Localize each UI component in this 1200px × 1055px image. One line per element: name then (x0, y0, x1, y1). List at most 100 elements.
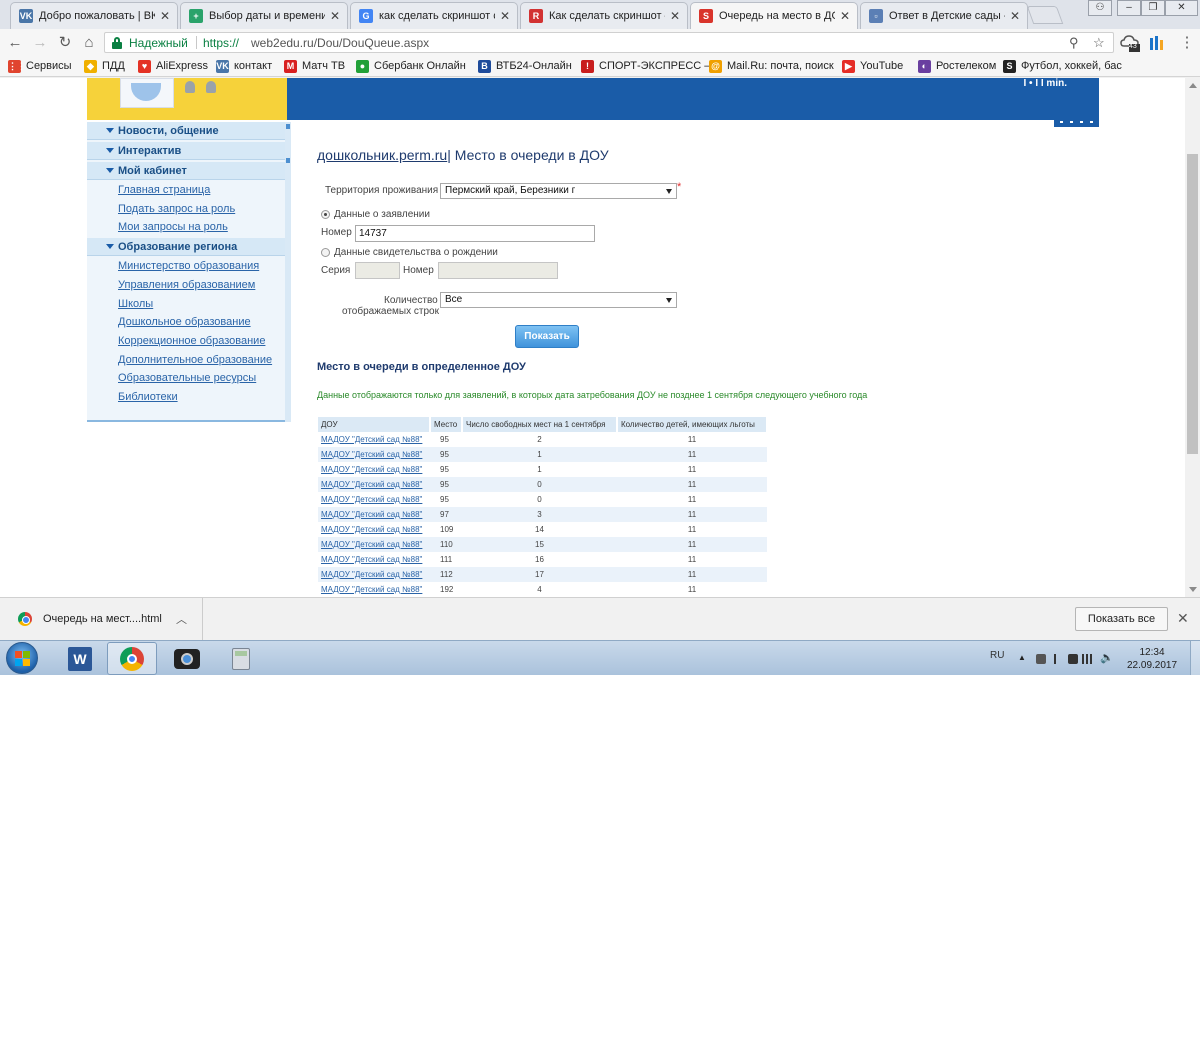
close-tab-icon[interactable]: ✕ (159, 9, 171, 23)
zoom-search-icon[interactable]: ⚲ (1069, 35, 1079, 51)
sidebar-section-header[interactable]: Образование региона (87, 238, 285, 257)
vertical-scrollbar[interactable] (1185, 78, 1200, 597)
address-bar[interactable]: Надежный https:// web2edu.ru/Dou/DouQueu… (104, 32, 1114, 53)
minimize-button[interactable]: – (1117, 0, 1141, 16)
bookmark-item[interactable]: ⋮⋮ Сервисы (8, 58, 72, 74)
clock-time[interactable]: 12:34 (1127, 647, 1177, 658)
flag-icon[interactable] (1054, 654, 1064, 664)
application-radio[interactable] (321, 210, 330, 219)
close-window-button[interactable]: ✕ (1165, 0, 1198, 16)
word-app-icon[interactable]: W (55, 642, 105, 675)
bookmark-item[interactable]: ● Сбербанк Онлайн (356, 58, 466, 74)
territory-select[interactable]: Пермский край, Березники г (440, 183, 677, 199)
sidebar-link[interactable]: Образовательные ресурсы (118, 372, 256, 384)
sidebar-link[interactable]: Мои запросы на роль (118, 221, 228, 233)
close-tab-icon[interactable]: ✕ (1009, 9, 1021, 23)
sidebar-collapse-handle[interactable] (285, 122, 291, 422)
new-tab-button[interactable] (1026, 6, 1064, 24)
user-avatar[interactable] (120, 78, 174, 108)
sidebar-link[interactable]: Главная страница (118, 184, 210, 196)
dou-link[interactable]: МАДОУ "Детский сад №88" (321, 585, 422, 594)
scroll-down-arrow-icon[interactable] (1189, 587, 1197, 592)
language-indicator[interactable]: RU (990, 650, 1004, 661)
dou-link[interactable]: МАДОУ "Детский сад №88" (321, 435, 422, 444)
bookmark-item[interactable]: ! СПОРТ-ЭКСПРЕСС – (581, 58, 710, 74)
bookmark-item[interactable]: ◐ Ростелеком (918, 58, 996, 74)
site-home-link[interactable]: дошкольник.perm.ru (317, 147, 447, 163)
dou-link[interactable]: МАДОУ "Детский сад №88" (321, 525, 422, 534)
bookmark-item[interactable]: ♥ AliExpress (138, 58, 208, 74)
sidebar-section-header[interactable]: Мой кабинет (87, 162, 285, 180)
download-item[interactable]: Очередь на мест....html ︿ (0, 598, 203, 641)
bookmark-item[interactable]: ▶ YouTube (842, 58, 903, 74)
start-button[interactable] (6, 642, 38, 674)
browser-tab[interactable]: R Как сделать скриншот – ✕ (520, 2, 688, 29)
back-button[interactable]: ← (6, 34, 24, 52)
bookmark-item[interactable]: M Матч ТВ (284, 58, 345, 74)
close-tab-icon[interactable]: ✕ (669, 9, 681, 23)
bars-extension-icon[interactable] (1148, 34, 1166, 52)
dou-link[interactable]: МАДОУ "Детский сад №88" (321, 570, 422, 579)
dou-link[interactable]: МАДОУ "Детский сад №88" (321, 540, 422, 549)
bookmark-item[interactable]: @ Mail.Ru: почта, поиск (709, 58, 834, 74)
bookmark-item[interactable]: B ВТБ24-Онлайн (478, 58, 572, 74)
certificate-number-input[interactable] (438, 262, 558, 279)
calculator-app-icon[interactable] (216, 642, 266, 675)
show-hidden-icons-icon[interactable]: ▲ (1018, 653, 1028, 663)
birth-certificate-radio[interactable] (321, 248, 330, 257)
show-button[interactable]: Показать (515, 325, 579, 348)
dou-link[interactable]: МАДОУ "Детский сад №88" (321, 465, 422, 474)
home-button[interactable]: ⌂ (80, 34, 98, 52)
sidebar-link[interactable]: Дошкольное образование (118, 316, 251, 328)
browser-tab[interactable]: Gкак сделать скриншот с ✕ (350, 2, 518, 29)
menu-icon[interactable]: ⋮ (1178, 34, 1196, 52)
bookmark-item[interactable]: ◆ ПДД (84, 58, 125, 74)
bookmark-star-icon[interactable]: ☆ (1093, 35, 1105, 51)
sidebar-link[interactable]: Библиотеки (118, 391, 178, 403)
dou-link[interactable]: МАДОУ "Детский сад №88" (321, 495, 422, 504)
sidebar-section-header[interactable]: Интерактив (87, 142, 285, 160)
clock-date[interactable]: 22.09.2017 (1127, 660, 1177, 671)
dou-link[interactable]: МАДОУ "Детский сад №88" (321, 555, 422, 564)
browser-tab[interactable]: ▫ Ответ в Детские сады - ✕ (860, 2, 1028, 29)
device-icon[interactable] (1036, 654, 1046, 664)
close-tab-icon[interactable]: ✕ (329, 9, 341, 23)
place-cell: 109 (440, 525, 454, 534)
dou-link[interactable]: МАДОУ "Детский сад №88" (321, 480, 422, 489)
sidebar-link[interactable]: Управления образованием (118, 279, 255, 291)
bookmark-item[interactable]: S Футбол, хоккей, бас (1003, 58, 1122, 74)
chevron-up-icon[interactable]: ︿ (176, 611, 187, 627)
scroll-up-arrow-icon[interactable] (1189, 83, 1197, 88)
scrollbar-thumb[interactable] (1187, 154, 1198, 454)
restore-button[interactable]: ❐ (1141, 0, 1165, 16)
speaker-icon[interactable]: 🔈 (1100, 651, 1114, 664)
browser-tab[interactable]: VK Добро пожаловать | ВКо ✕ (10, 2, 178, 29)
dou-link[interactable]: МАДОУ "Детский сад №88" (321, 450, 422, 459)
cloud-extension-icon[interactable]: 43 (1120, 34, 1140, 52)
user-icon[interactable]: ⚇ (1088, 0, 1112, 16)
rows-count-select[interactable]: Все (440, 292, 677, 308)
network-signal-icon[interactable] (1082, 654, 1092, 664)
series-input[interactable] (355, 262, 400, 279)
close-icon[interactable]: ✕ (1177, 610, 1189, 627)
application-number-input[interactable]: 14737 (355, 225, 595, 242)
sidebar-link[interactable]: Школы (118, 298, 153, 310)
close-tab-icon[interactable]: ✕ (499, 9, 511, 23)
media-player-app-icon[interactable] (162, 642, 212, 675)
show-all-downloads-button[interactable]: Показать все (1075, 607, 1168, 631)
browser-tab[interactable]: + Выбор даты и времени ✕ (180, 2, 348, 29)
reload-button[interactable]: ↻ (56, 34, 74, 52)
sidebar-link[interactable]: Министерство образования (118, 260, 259, 272)
sidebar-link[interactable]: Подать запрос на роль (118, 203, 235, 215)
sidebar-link[interactable]: Дополнительное образование (118, 354, 272, 366)
dou-link[interactable]: МАДОУ "Детский сад №88" (321, 510, 422, 519)
chrome-app-icon[interactable] (107, 642, 157, 675)
usb-icon[interactable] (1068, 654, 1078, 664)
show-desktop-button[interactable] (1190, 641, 1200, 675)
sidebar-link[interactable]: Коррекционное образование (118, 335, 265, 347)
forward-button[interactable]: → (31, 34, 49, 52)
browser-tab[interactable]: S Очередь на место в ДО ✕ (690, 2, 858, 29)
close-tab-icon[interactable]: ✕ (839, 9, 851, 23)
bookmark-item[interactable]: VK контакт (216, 58, 272, 74)
sidebar-section-header[interactable]: Новости, общение (87, 122, 285, 140)
